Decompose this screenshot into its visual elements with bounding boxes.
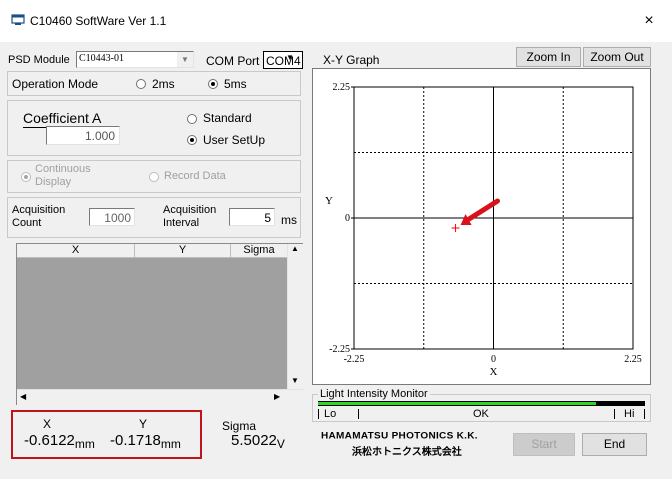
table-header: X Y Sigma bbox=[17, 244, 287, 258]
continuous-display-label-2: Display bbox=[35, 176, 72, 188]
scale-tick-ok-right bbox=[614, 409, 615, 419]
readout-y-unit: mm bbox=[160, 437, 181, 451]
column-header-y[interactable]: Y bbox=[135, 244, 231, 258]
standard-label[interactable]: Standard bbox=[203, 111, 252, 125]
coefficient-input[interactable]: 1.000 bbox=[46, 126, 120, 145]
readout-y-number: -0.1718 bbox=[110, 432, 161, 449]
x-tick-label: 2.25 bbox=[624, 354, 642, 365]
com-port-select[interactable]: COM4 bbox=[263, 51, 303, 69]
data-table[interactable]: X Y Sigma ▲ ▼ ◀ ▶ bbox=[16, 243, 303, 405]
xy-plot[interactable]: 2.250-2.25-2.25 0 2.25XY bbox=[313, 69, 650, 384]
app-icon bbox=[11, 14, 25, 25]
horizontal-scrollbar[interactable]: ◀ ▶ bbox=[17, 389, 303, 405]
mode-2ms-label[interactable]: 2ms bbox=[152, 77, 175, 91]
y-axis-label: Y bbox=[325, 195, 333, 207]
acq-interval-label-2: Interval bbox=[163, 217, 200, 229]
company-logo-japanese: 浜松ホトニクス株式会社 bbox=[352, 447, 462, 458]
record-data-radio bbox=[149, 172, 159, 182]
title-bar: C10460 SoftWare Ver 1.1 × bbox=[0, 0, 672, 42]
coefficient-value: 1.000 bbox=[84, 129, 115, 143]
readout-x-value: -0.6122mm bbox=[24, 432, 95, 451]
readout-sigma-number: 5.5022 bbox=[231, 432, 277, 449]
acq-interval-unit: ms bbox=[281, 213, 297, 227]
readout-y-value: -0.1718mm bbox=[110, 432, 181, 451]
acq-interval-input[interactable]: 5 bbox=[229, 208, 275, 226]
readout-x-number: -0.6122 bbox=[24, 432, 75, 449]
scroll-up-icon[interactable]: ▲ bbox=[291, 244, 299, 253]
light-monitor-label: Light Intensity Monitor bbox=[318, 388, 430, 400]
chevron-down-icon: ▼ bbox=[177, 52, 193, 67]
x-tick-label: 0 bbox=[491, 354, 496, 365]
vertical-scrollbar[interactable]: ▲ ▼ bbox=[287, 244, 303, 389]
psd-module-value: C10443-01 bbox=[79, 53, 124, 64]
company-logo: HAMAMATSU PHOTONICS K.K. bbox=[321, 431, 478, 442]
close-icon[interactable]: × bbox=[638, 10, 660, 32]
user-setup-radio[interactable] bbox=[187, 135, 197, 145]
scroll-left-icon[interactable]: ◀ bbox=[20, 392, 26, 401]
readout-sigma-unit: V bbox=[276, 437, 285, 451]
acq-count-label-1: Acquisition bbox=[12, 204, 66, 216]
operation-mode-label: Operation Mode bbox=[12, 77, 99, 91]
acq-count-label-2: Count bbox=[12, 217, 42, 229]
level-lo-label: Lo bbox=[324, 408, 337, 420]
light-level-bar bbox=[318, 402, 596, 405]
continuous-display-label-1: Continuous bbox=[35, 163, 91, 175]
level-ok-label: OK bbox=[473, 408, 489, 420]
com-port-value: COM4 bbox=[266, 54, 301, 68]
psd-module-select[interactable]: C10443-01 ▼ bbox=[76, 51, 194, 68]
scroll-right-icon[interactable]: ▶ bbox=[274, 392, 280, 401]
scale-tick-lo bbox=[318, 409, 319, 419]
standard-radio[interactable] bbox=[187, 114, 197, 124]
readout-x-label: X bbox=[43, 417, 52, 431]
column-header-sigma[interactable]: Sigma bbox=[231, 244, 287, 258]
graph-label: X-Y Graph bbox=[323, 53, 380, 67]
chevron-down-icon[interactable]: ▼ bbox=[286, 53, 294, 62]
start-button[interactable]: Start bbox=[513, 433, 575, 456]
record-data-label: Record Data bbox=[164, 170, 226, 182]
scroll-down-icon[interactable]: ▼ bbox=[291, 376, 299, 385]
app-window: C10460 SoftWare Ver 1.1 × PSD Module C10… bbox=[0, 0, 672, 479]
mode-5ms-radio[interactable] bbox=[208, 79, 218, 89]
acq-interval-value: 5 bbox=[264, 211, 271, 225]
readout-sigma-value: 5.5022V bbox=[231, 432, 285, 451]
coefficient-label: Coefficient A bbox=[23, 110, 102, 126]
graph-area: 2.25 0 -2.25 -2.25 0 2.25 X Y bbox=[312, 68, 651, 385]
continuous-display-radio bbox=[21, 172, 31, 182]
x-tick-label: -2.25 bbox=[344, 354, 365, 365]
mode-5ms-label[interactable]: 5ms bbox=[224, 77, 247, 91]
scale-tick-hi bbox=[644, 409, 645, 419]
level-hi-label: Hi bbox=[624, 408, 635, 420]
acq-interval-label-1: Acquisition bbox=[163, 204, 217, 216]
acq-count-input[interactable]: 1000 bbox=[89, 208, 135, 226]
x-axis-label: X bbox=[490, 366, 498, 378]
zoom-in-button[interactable]: Zoom In bbox=[516, 47, 581, 67]
zoom-out-button[interactable]: Zoom Out bbox=[583, 47, 651, 67]
y-tick-label: 0 bbox=[345, 213, 350, 224]
psd-module-label: PSD Module bbox=[8, 54, 70, 66]
user-setup-label[interactable]: User SetUp bbox=[203, 133, 265, 147]
readout-x-unit: mm bbox=[74, 437, 95, 451]
scale-tick-ok-left bbox=[358, 409, 359, 419]
end-button[interactable]: End bbox=[582, 433, 647, 456]
window-title: C10460 SoftWare Ver 1.1 bbox=[30, 14, 167, 28]
readout-sigma-label: Sigma bbox=[222, 419, 257, 433]
acq-count-value: 1000 bbox=[104, 211, 131, 225]
mode-2ms-radio[interactable] bbox=[136, 79, 146, 89]
readout-y-label: Y bbox=[139, 417, 148, 431]
com-port-label: COM Port bbox=[206, 54, 260, 68]
column-header-x[interactable]: X bbox=[17, 244, 135, 258]
y-tick-label: 2.25 bbox=[333, 82, 351, 93]
